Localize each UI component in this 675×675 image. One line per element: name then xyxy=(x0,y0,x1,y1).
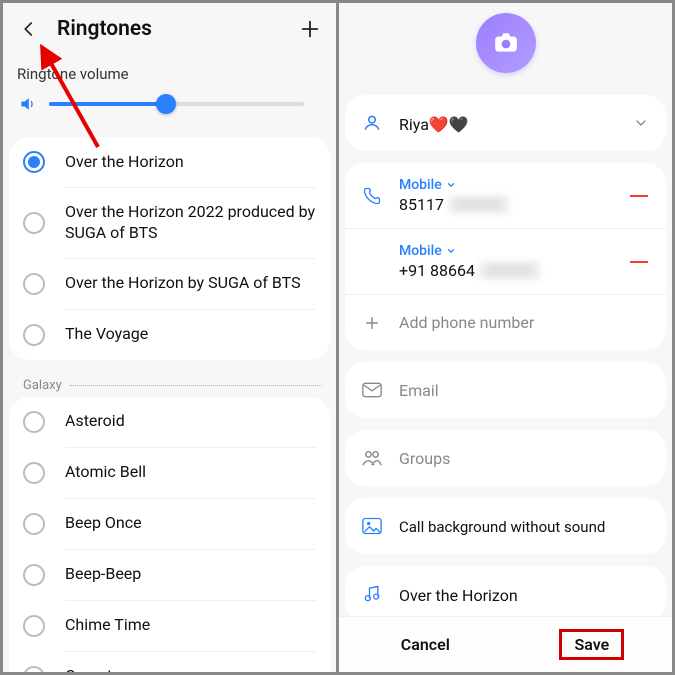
groups-row[interactable]: Groups xyxy=(345,430,666,486)
page-title: Ringtones xyxy=(57,17,298,41)
ringtone-item[interactable]: Over the Horizon by SUGA of BTS xyxy=(9,259,330,309)
save-button[interactable]: Save xyxy=(559,629,624,660)
ringtone-item[interactable]: Comet xyxy=(9,652,330,672)
ringtone-item[interactable]: The Voyage xyxy=(9,310,330,360)
contact-avatar-section xyxy=(339,3,672,95)
ringtone-item[interactable]: Beep-Beep xyxy=(9,550,330,600)
radio[interactable] xyxy=(23,615,45,637)
back-button[interactable] xyxy=(17,17,41,41)
contact-avatar[interactable] xyxy=(476,13,536,73)
ringtone-label: Comet xyxy=(65,666,112,672)
contact-ringtone-row[interactable]: Over the Horizon xyxy=(345,566,666,616)
chevron-down-icon xyxy=(446,246,456,256)
contact-ringtone-label: Over the Horizon xyxy=(399,586,650,605)
add-phone-label: Add phone number xyxy=(399,313,650,332)
volume-icon xyxy=(17,93,39,115)
ringtone-label: Beep-Beep xyxy=(65,564,141,585)
category-label: Galaxy xyxy=(23,378,62,393)
music-icon xyxy=(361,584,383,604)
ringtone-item[interactable]: Chime Time xyxy=(9,601,330,651)
slider-thumb[interactable] xyxy=(156,94,176,114)
radio[interactable] xyxy=(23,513,45,535)
groups-placeholder: Groups xyxy=(399,449,650,468)
phone-type-dropdown[interactable]: Mobile xyxy=(399,177,612,193)
person-icon xyxy=(361,113,383,133)
camera-icon xyxy=(493,32,519,54)
ringtone-item[interactable]: Over the Horizon 2022 produced by SUGA o… xyxy=(9,188,330,258)
add-ringtone-button[interactable] xyxy=(298,17,322,41)
ringtone-label: Over the Horizon 2022 produced by SUGA o… xyxy=(65,202,316,244)
ringtone-category: Galaxy xyxy=(3,374,336,397)
radio[interactable] xyxy=(23,324,45,346)
radio[interactable] xyxy=(23,462,45,484)
image-icon xyxy=(361,517,383,535)
name-row[interactable]: Riya❤️🖤 xyxy=(345,95,666,151)
ringtone-card-top: Over the Horizon Over the Horizon 2022 p… xyxy=(9,137,330,360)
cancel-button[interactable]: Cancel xyxy=(387,629,464,660)
minus-icon xyxy=(630,261,648,263)
ringtone-label: Beep Once xyxy=(65,513,142,534)
phone-card: Mobile 85117 00000 Mobile xyxy=(345,163,666,350)
phone-icon xyxy=(361,186,383,206)
radio[interactable] xyxy=(23,273,45,295)
email-placeholder: Email xyxy=(399,381,650,400)
ringtones-pane: Ringtones Ringtone volume Over the Horiz… xyxy=(3,3,336,672)
volume-section-title: Ringtone volume xyxy=(3,45,336,87)
chevron-down-icon[interactable] xyxy=(632,115,650,131)
ringtone-label: Atomic Bell xyxy=(65,462,146,483)
ringtone-card-bottom: Asteroid Atomic Bell Beep Once Beep-Beep… xyxy=(9,397,330,672)
chevron-left-icon xyxy=(20,20,38,38)
minus-icon xyxy=(630,195,648,197)
radio[interactable] xyxy=(23,411,45,433)
phone-value: 85117 00000 xyxy=(399,195,612,214)
contact-name: Riya❤️🖤 xyxy=(399,115,616,134)
ringtone-item[interactable]: Asteroid xyxy=(9,397,330,447)
email-card: Email xyxy=(345,362,666,418)
phone-value: +91 88664 00000 xyxy=(399,261,612,280)
slider-fill xyxy=(49,102,166,106)
call-bg-label: Call background without sound xyxy=(399,518,650,536)
plus-icon xyxy=(361,314,383,332)
plus-icon xyxy=(299,18,321,40)
groups-card: Groups xyxy=(345,430,666,486)
call-bg-card: Call background without sound xyxy=(345,498,666,554)
ringtone-card: Over the Horizon xyxy=(345,566,666,616)
radio[interactable] xyxy=(23,564,45,586)
ringtone-item[interactable]: Atomic Bell xyxy=(9,448,330,498)
volume-slider-row xyxy=(3,87,336,137)
radio-selected[interactable] xyxy=(23,151,45,173)
name-card: Riya❤️🖤 xyxy=(345,95,666,151)
ringtone-list: Over the Horizon Over the Horizon 2022 p… xyxy=(3,137,336,672)
people-icon xyxy=(361,449,383,467)
mail-icon xyxy=(361,382,383,398)
volume-slider[interactable] xyxy=(49,102,304,106)
ringtone-label: Chime Time xyxy=(65,615,150,636)
phone-row[interactable]: Mobile +91 88664 00000 xyxy=(345,228,666,294)
add-phone-row[interactable]: Add phone number xyxy=(345,294,666,350)
ringtone-item[interactable]: Over the Horizon xyxy=(9,137,330,187)
footer-actions: Cancel Save xyxy=(339,616,672,672)
ringtone-label: Over the Horizon by SUGA of BTS xyxy=(65,273,301,294)
email-row[interactable]: Email xyxy=(345,362,666,418)
ringtones-header: Ringtones xyxy=(3,3,336,45)
phone-type-dropdown[interactable]: Mobile xyxy=(399,243,612,259)
call-bg-row[interactable]: Call background without sound xyxy=(345,498,666,554)
remove-phone-button[interactable] xyxy=(628,261,650,263)
radio[interactable] xyxy=(23,666,45,672)
ringtone-label: Asteroid xyxy=(65,411,125,432)
ringtone-label: The Voyage xyxy=(65,324,148,345)
remove-phone-button[interactable] xyxy=(628,195,650,197)
chevron-down-icon xyxy=(446,180,456,190)
contact-edit-pane: Riya❤️🖤 Mobile 85117 00000 xyxy=(339,3,672,672)
phone-row[interactable]: Mobile 85117 00000 xyxy=(345,163,666,228)
ringtone-label: Over the Horizon xyxy=(65,152,184,173)
radio[interactable] xyxy=(23,212,45,234)
ringtone-item[interactable]: Beep Once xyxy=(9,499,330,549)
